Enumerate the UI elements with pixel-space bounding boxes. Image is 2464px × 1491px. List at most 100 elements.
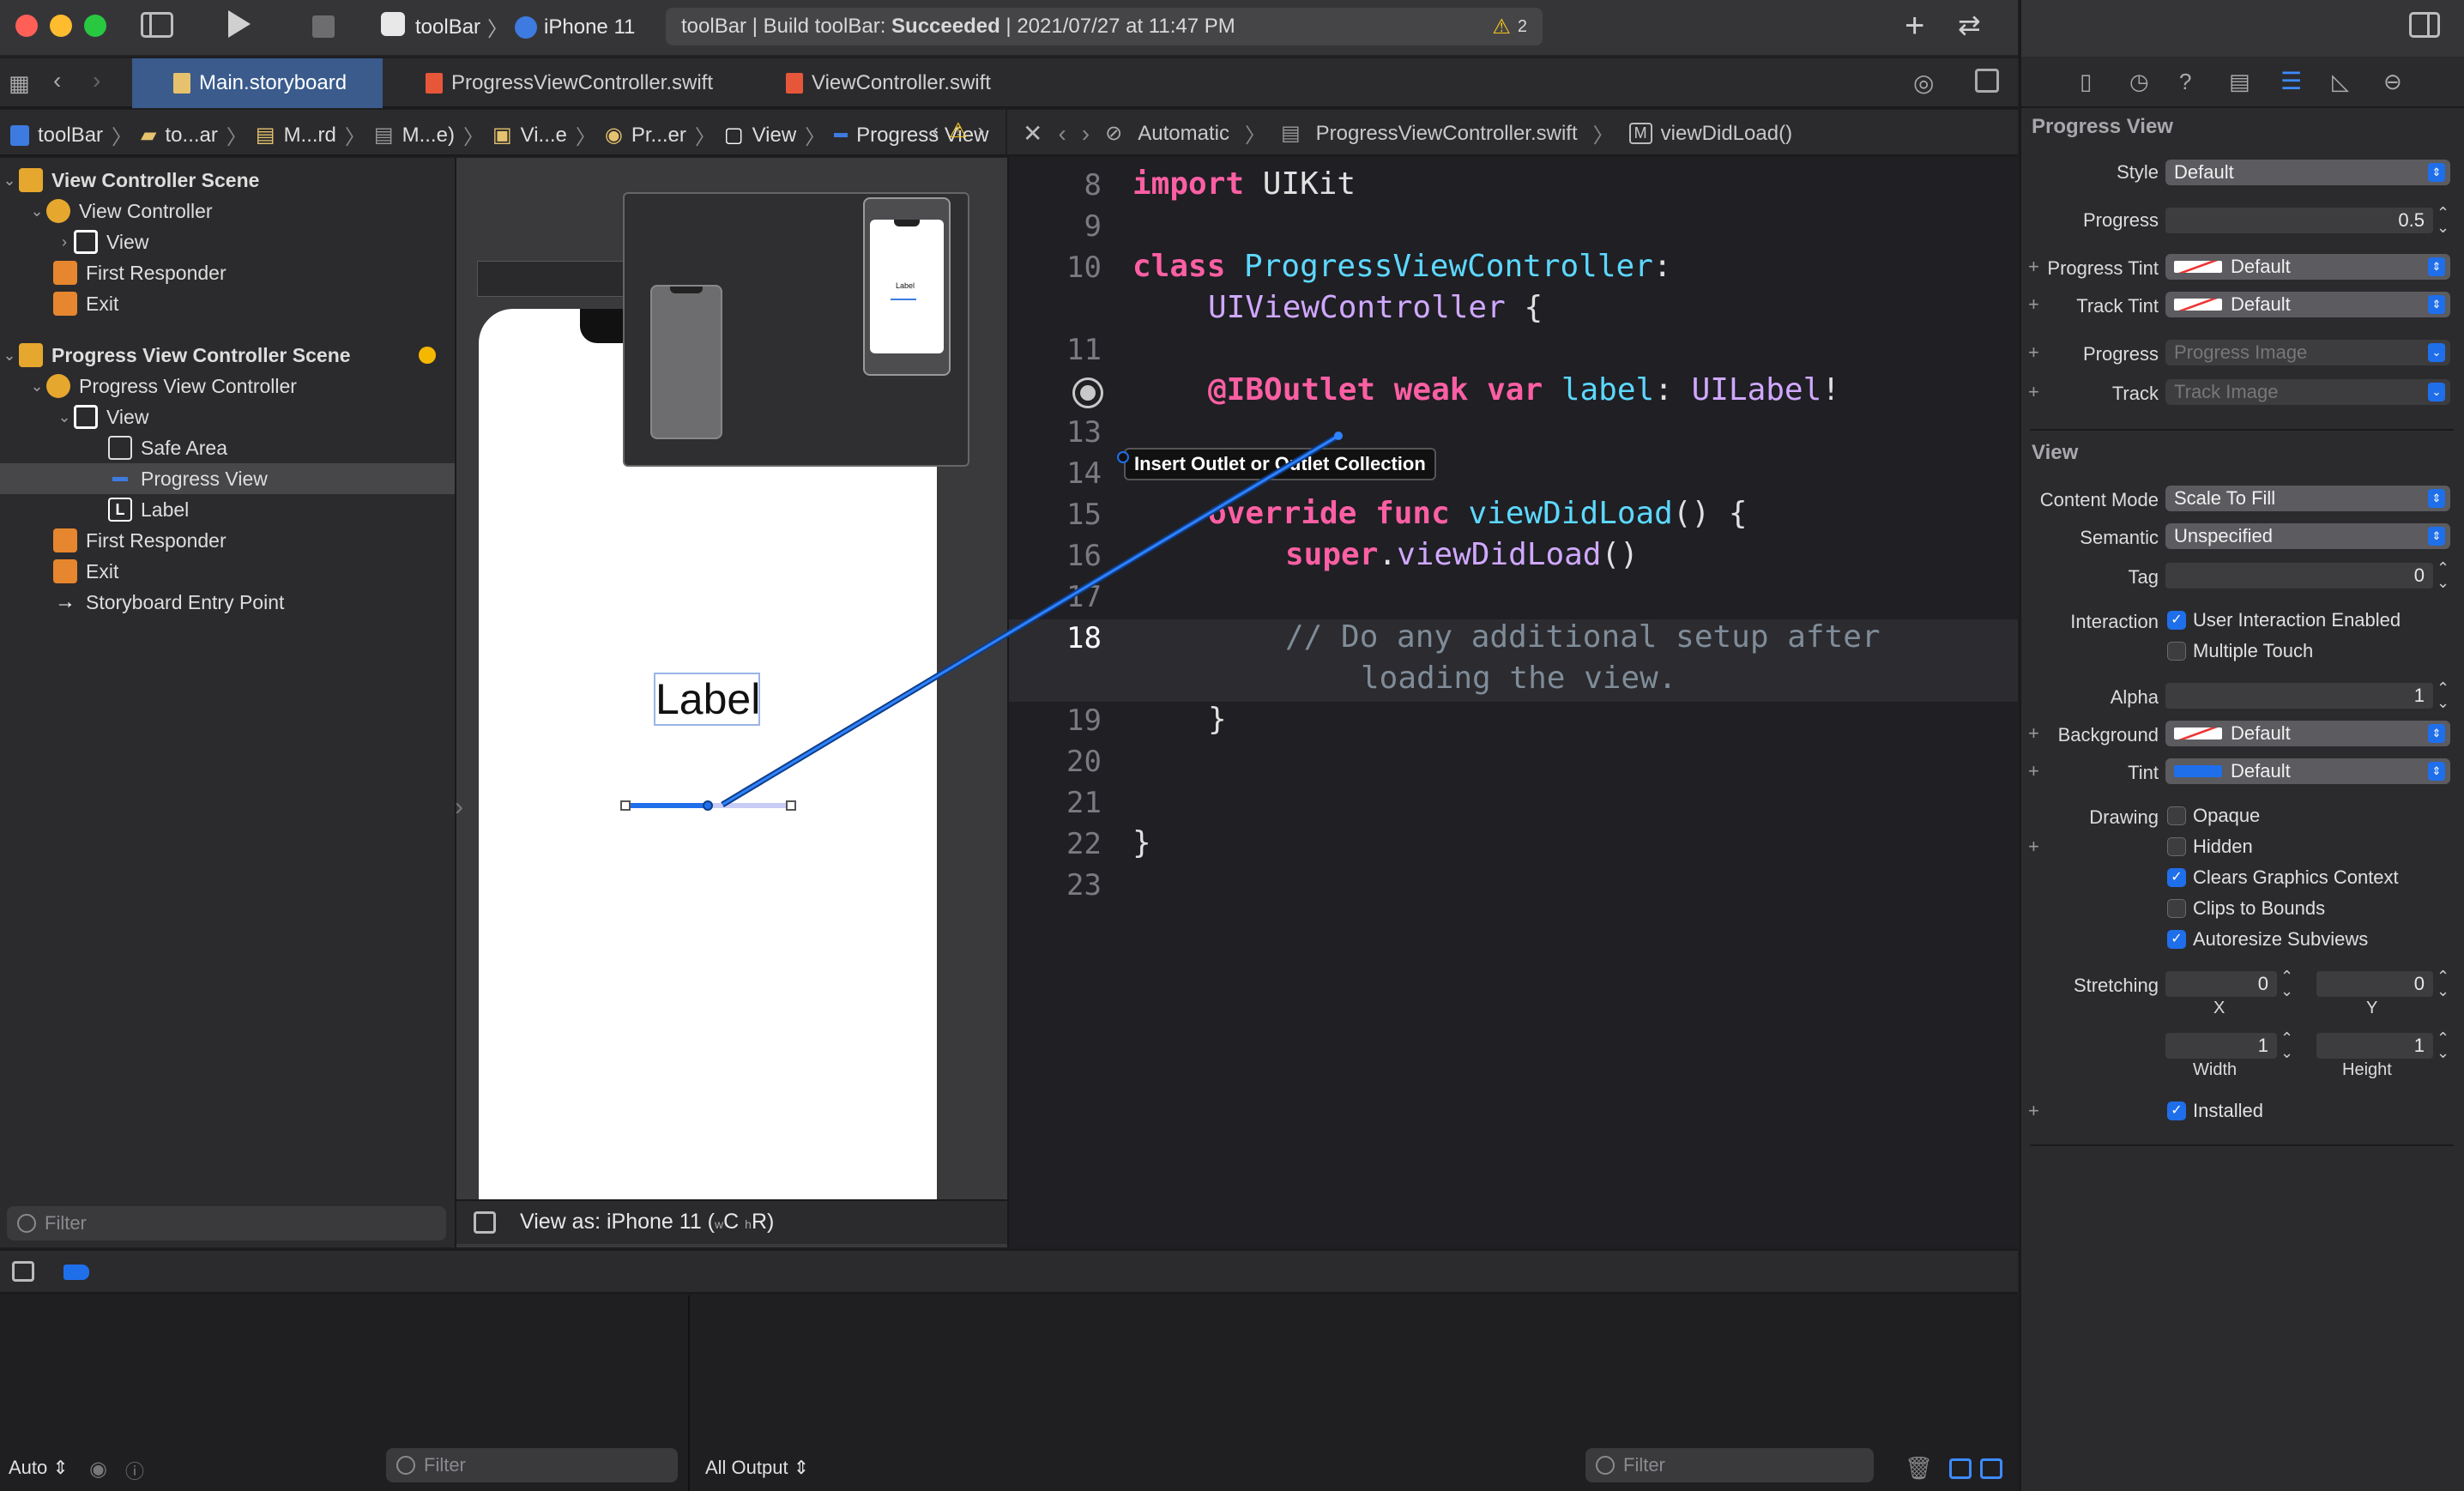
attributes-inspector-icon[interactable]: ☰ (2280, 67, 2302, 95)
scene-dock[interactable] (477, 261, 631, 297)
hidden-checkbox[interactable] (2167, 837, 2186, 856)
minimize-window-button[interactable] (50, 15, 72, 37)
stop-icon[interactable] (312, 15, 335, 38)
tab-view-controller[interactable]: ViewController.swift (786, 58, 1026, 108)
disclosure-open-icon[interactable]: ⌄ (0, 347, 19, 365)
add-variation-icon[interactable]: + (2028, 1100, 2039, 1122)
warning-indicator[interactable]: ⚠ 2 (1492, 15, 1527, 39)
stretch-x-field[interactable]: 0 (2165, 971, 2277, 997)
disclosure-closed-icon[interactable]: › (55, 233, 74, 251)
disclosure-open-icon[interactable]: ⌄ (27, 377, 46, 395)
outline-row-entry-point[interactable]: → Storyboard Entry Point (0, 587, 455, 618)
disclosure-open-icon[interactable]: ⌄ (55, 408, 74, 426)
stretch-y-field[interactable]: 0 (2316, 971, 2433, 997)
show-variables-icon[interactable] (1949, 1458, 1972, 1479)
code-line[interactable]: UIViewController { (1208, 290, 1543, 325)
user-interaction-checkbox[interactable]: ✓ (2167, 611, 2186, 630)
output-filter-popup[interactable]: All Output ⇕ (705, 1457, 809, 1479)
tab-main-storyboard[interactable]: Main.storyboard (132, 58, 383, 108)
outlet-connection-icon[interactable] (1072, 377, 1103, 408)
outline-row-vc[interactable]: ⌄ View Controller (0, 196, 455, 226)
back-icon[interactable]: ‹ (932, 119, 939, 143)
background-popup[interactable]: Default ⇕ (2165, 721, 2450, 746)
add-variation-icon[interactable]: + (2028, 722, 2039, 745)
opaque-checkbox[interactable] (2167, 806, 2186, 825)
code-line[interactable]: } (1132, 825, 1151, 860)
code-line[interactable]: class ProgressViewController: (1132, 249, 1672, 284)
stretch-width-stepper[interactable]: ⌃ ⌄ (2280, 1030, 2293, 1060)
variables-filter[interactable]: Filter (386, 1448, 678, 1482)
outline-row-safe-area[interactable]: Safe Area (0, 432, 455, 463)
jump-item[interactable]: View (752, 124, 797, 148)
alpha-stepper[interactable]: ⌃ ⌄ (2437, 680, 2449, 710)
track-image-combo[interactable]: Track Image ⌄ (2165, 379, 2450, 405)
breakpoints-toggle-icon[interactable] (63, 1265, 89, 1280)
outline-row-pvc[interactable]: ⌄ Progress View Controller (0, 371, 455, 401)
back-icon[interactable]: ‹ (1058, 120, 1066, 148)
outline-row-exit-2[interactable]: Exit (0, 556, 455, 587)
code-line[interactable]: } (1208, 702, 1227, 737)
add-variation-icon[interactable]: + (2028, 341, 2039, 364)
navigator-toggle-icon[interactable] (141, 12, 173, 38)
scene-warning-icon[interactable] (419, 347, 436, 364)
tag-stepper[interactable]: ⌃ ⌄ (2437, 560, 2449, 590)
stretch-x-stepper[interactable]: ⌃ ⌄ (2280, 969, 2293, 999)
variables-scope-popup[interactable]: Auto ⇕ (9, 1457, 69, 1479)
outline-row-first-responder[interactable]: First Responder (0, 257, 455, 288)
stretch-y-stepper[interactable]: ⌃ ⌄ (2437, 969, 2449, 999)
clips-to-bounds-checkbox[interactable] (2167, 899, 2186, 918)
canvas-minimap[interactable]: Label (623, 192, 969, 467)
jump-item[interactable]: to...ar (166, 124, 218, 148)
adjust-editor-icon[interactable]: ◎ (1913, 69, 1934, 97)
outline-row-view[interactable]: › View (0, 226, 455, 257)
multiple-touch-checkbox[interactable] (2167, 642, 2186, 661)
code-comment[interactable]: loading the view. (1361, 661, 1676, 696)
minimap-scene-pvc[interactable]: Label (863, 197, 951, 376)
connections-inspector-icon[interactable]: ⊖ (2383, 69, 2402, 95)
console-filter[interactable]: Filter (1585, 1448, 1874, 1482)
code-line[interactable]: override func viewDidLoad() { (1208, 496, 1748, 531)
view-as-device[interactable]: View as: iPhone 11 (wC hR) (520, 1210, 774, 1234)
outline-filter[interactable]: Filter (7, 1206, 446, 1240)
stretch-width-field[interactable]: 1 (2165, 1033, 2277, 1059)
progress-tint-popup[interactable]: Default ⇕ (2165, 254, 2450, 280)
variables-view[interactable]: Auto ⇕ ◉ ⓘ Filter (0, 1295, 690, 1491)
disclosure-open-icon[interactable]: ⌄ (27, 202, 46, 220)
show-console-icon[interactable] (1980, 1458, 2002, 1479)
connection-origin[interactable] (703, 800, 713, 811)
clears-context-checkbox[interactable]: ✓ (2167, 868, 2186, 887)
progress-image-combo[interactable]: Progress Image ⌄ (2165, 340, 2450, 365)
jump-item[interactable]: Pr...er (631, 124, 686, 148)
resize-handle[interactable] (786, 800, 796, 811)
jump-item[interactable]: M...rd (284, 124, 336, 148)
file-inspector-icon[interactable]: ▯ (2080, 69, 2092, 95)
forward-icon[interactable]: › (93, 67, 100, 94)
minimap-scene-vc[interactable] (650, 285, 722, 439)
canvas-collapse-icon[interactable]: › (455, 793, 467, 844)
inspector-toggle-icon[interactable] (2409, 12, 2440, 38)
progress-stepper[interactable]: ⌃ ⌄ (2437, 205, 2449, 235)
outline-toggle-icon[interactable] (474, 1211, 496, 1234)
tag-field[interactable]: 0 (2165, 563, 2433, 589)
jump-item[interactable]: toolBar (38, 124, 103, 148)
outline-row-first-responder-2[interactable]: First Responder (0, 525, 455, 556)
info-icon[interactable]: ⓘ (125, 1457, 144, 1484)
tint-popup[interactable]: Default ⇕ (2165, 758, 2450, 784)
outline-row-vc-scene[interactable]: ⌄ View Controller Scene (0, 165, 455, 196)
forward-icon[interactable]: › (1082, 120, 1090, 148)
add-variation-icon[interactable]: + (2028, 836, 2039, 858)
forward-icon[interactable]: › (978, 119, 985, 143)
code-review-icon[interactable]: ⇄ (1958, 9, 1981, 41)
code-comment[interactable]: // Do any additional setup after (1285, 619, 1881, 655)
content-mode-popup[interactable]: Scale To Fill ⇕ (2165, 486, 2450, 511)
run-icon[interactable] (228, 10, 251, 38)
autoresize-checkbox[interactable]: ✓ (2167, 930, 2186, 949)
eye-icon[interactable]: ◉ (89, 1457, 107, 1482)
grid-icon[interactable]: ▦ (9, 70, 30, 97)
add-variation-icon[interactable]: + (2028, 381, 2039, 403)
outline-row-pvc-view[interactable]: ⌄ View (0, 401, 455, 432)
outline-row-progress-view[interactable]: Progress View (0, 463, 455, 494)
code-line[interactable]: super.viewDidLoad() (1285, 537, 1639, 572)
related-items-icon[interactable]: ⊘ (1105, 121, 1122, 146)
zoom-window-button[interactable] (84, 15, 106, 37)
